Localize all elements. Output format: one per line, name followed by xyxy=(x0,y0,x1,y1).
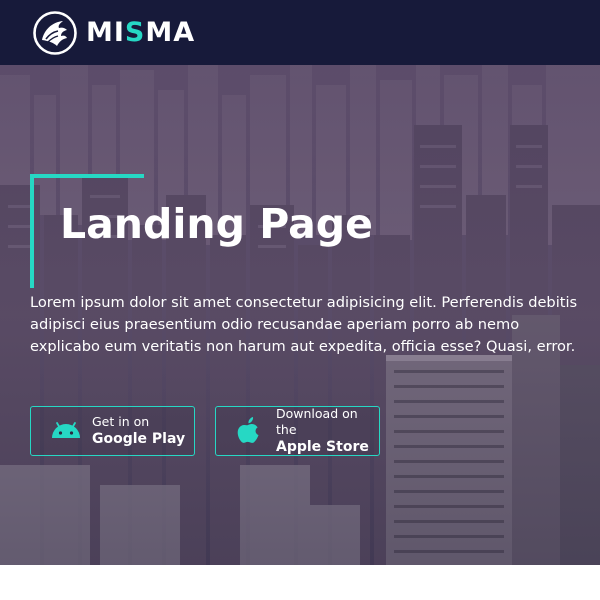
brand-prefix: MI xyxy=(86,17,125,48)
brand-accent-letter: S xyxy=(124,17,146,48)
google-play-text: Get in on Google Play xyxy=(92,414,188,448)
navbar: MISMA xyxy=(0,0,600,65)
brand-suffix: MA xyxy=(145,17,196,48)
logo[interactable]: MISMA xyxy=(32,10,195,56)
title-accent-bar xyxy=(30,174,144,178)
google-play-label: Google Play xyxy=(92,431,186,447)
hero-title: Landing Page xyxy=(60,200,373,248)
apple-store-caption: Download on the xyxy=(276,406,358,437)
eagle-logo-icon xyxy=(33,10,77,55)
android-icon xyxy=(52,422,80,438)
apple-store-text: Download on the Apple Store xyxy=(276,406,372,456)
google-play-caption: Get in on xyxy=(92,414,150,429)
brand-name: MISMA xyxy=(86,17,195,48)
apple-store-button[interactable]: Download on the Apple Store xyxy=(215,406,380,456)
apple-icon xyxy=(237,417,259,443)
google-play-button[interactable]: Get in on Google Play xyxy=(30,406,195,456)
apple-store-label: Apple Store xyxy=(276,439,369,455)
title-accent-bar-vertical xyxy=(30,174,34,288)
hero-description: Lorem ipsum dolor sit amet consectetur a… xyxy=(30,294,578,355)
